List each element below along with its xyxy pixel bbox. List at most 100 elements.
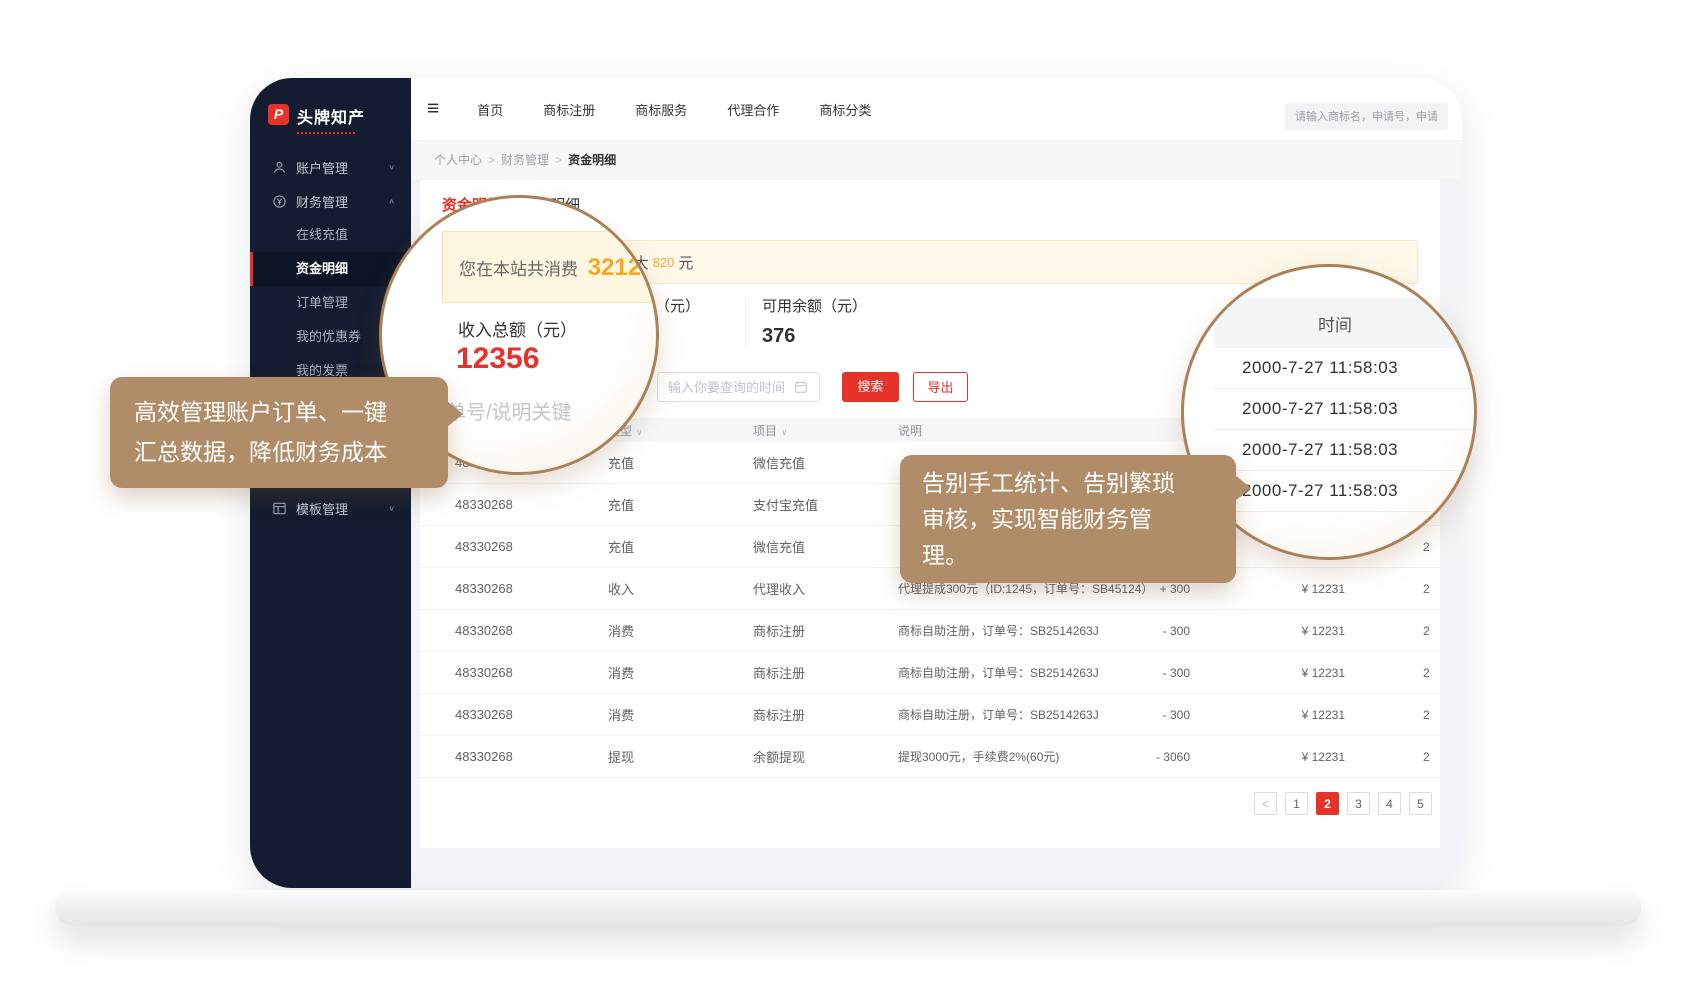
lens-stat-label: 收入总额（元）: [458, 316, 577, 341]
logo: P 头牌知产: [268, 104, 365, 134]
cell-project: 余额提现: [753, 747, 898, 766]
breadcrumb-item[interactable]: 财务管理: [501, 153, 549, 167]
cell-order: 48330268: [420, 539, 608, 554]
chevron-icon: ∨: [388, 163, 395, 172]
cell-time: 2: [1345, 624, 1440, 638]
sidebar-group-账户管理[interactable]: 账户管理 ∨: [250, 150, 411, 184]
stat-balance-label: 可用余额（元）: [762, 295, 867, 316]
finance-icon: [272, 194, 287, 209]
cell-project: 商标注册: [753, 621, 898, 640]
sidebar-group-label: 账户管理: [296, 158, 348, 177]
cell-amount: - 300: [1150, 708, 1190, 722]
cell-amount: - 300: [1150, 666, 1190, 680]
lens-time-header-label: 时间: [1318, 311, 1352, 336]
lens-banner-amount: 32124: [588, 254, 655, 281]
banner-suffix: 元: [678, 252, 693, 273]
nav-item-商标服务[interactable]: 商标服务: [629, 96, 693, 123]
table-row: 48330268消费商标注册商标自助注册，订单号：SB2514263J- 300…: [420, 694, 1440, 736]
top-nav: 首页 商标注册 商标服务 代理合作 商标分类: [471, 96, 877, 123]
breadcrumb: 个人中心>财务管理>资金明细: [411, 141, 1462, 179]
table-row: 48330268消费商标注册商标自助注册，订单号：SB2514263J- 300…: [420, 610, 1440, 652]
sidebar-group-label: 模板管理: [296, 499, 348, 518]
topbar: ≡ 首页 商标注册 商标服务 代理合作 商标分类: [411, 78, 1462, 141]
sort-chevron-icon[interactable]: ∨: [781, 427, 788, 437]
cell-type: 充值: [608, 537, 753, 556]
cell-project: 微信充值: [753, 537, 898, 556]
lens-banner: 您在本站共消费 32124 大: [442, 231, 659, 303]
nav-item-代理合作[interactable]: 代理合作: [721, 96, 785, 123]
callout-left-line1: 高效管理账户订单、一键: [134, 392, 424, 432]
user-icon: [272, 160, 287, 175]
lens-time-header: 时间: [1214, 298, 1477, 348]
callout-right: 告别手工统计、告别繁琐 审核，实现智能财务管 理。: [900, 455, 1236, 583]
cell-time: 2: [1345, 750, 1440, 764]
cell-type: 提现: [608, 747, 753, 766]
search-input[interactable]: [1285, 103, 1448, 130]
template-icon: [272, 501, 287, 516]
header-cell[interactable]: 类型∨: [608, 422, 753, 439]
cell-order: 48330268: [420, 497, 608, 512]
lens-time-row: 2000-7-27 11:58:03: [1214, 471, 1477, 512]
cell-order: 48330268: [420, 665, 608, 680]
cell-desc: 商标自助注册，订单号：SB2514263J: [898, 706, 1150, 723]
table-row: 48330268提现余额提现提现3000元，手续费2%(60元)- 3060¥ …: [420, 736, 1440, 778]
search-button[interactable]: 搜索: [842, 372, 899, 402]
cell-time: 2: [1345, 708, 1440, 722]
sidebar-group-财务管理[interactable]: 财务管理∧: [250, 184, 411, 218]
lens-banner-text: 您在本站共消费: [459, 260, 578, 279]
cell-project: 支付宝充值: [753, 495, 898, 514]
logo-dots: [297, 132, 355, 134]
chevron-icon: ∨: [388, 504, 395, 513]
sidebar-item-资金明细[interactable]: 资金明细: [250, 252, 411, 286]
cell-balance: ¥ 12231: [1190, 582, 1345, 596]
pagination-page-2[interactable]: 2: [1316, 792, 1339, 815]
cell-time: 2: [1345, 582, 1440, 596]
nav-item-首页[interactable]: 首页: [471, 96, 509, 123]
pagination-page-5[interactable]: 5: [1409, 792, 1432, 815]
cell-desc: 商标自助注册，订单号：SB2514263J: [898, 622, 1150, 639]
cell-type: 消费: [608, 621, 753, 640]
cell-amount: - 3060: [1150, 750, 1190, 764]
cell-project: 商标注册: [753, 705, 898, 724]
breadcrumb-item: 资金明细: [568, 153, 616, 167]
cell-time: 2: [1345, 666, 1440, 680]
cell-project: 商标注册: [753, 663, 898, 682]
pagination-page-4[interactable]: 4: [1378, 792, 1401, 815]
nav-item-商标分类[interactable]: 商标分类: [813, 96, 877, 123]
logo-icon: P: [268, 104, 289, 125]
cell-type: 消费: [608, 663, 753, 682]
cell-order: 48330268: [420, 581, 608, 596]
breadcrumb-item[interactable]: 个人中心: [434, 153, 482, 167]
cell-project: 微信充值: [753, 453, 898, 472]
lens-stat-value: 12356: [456, 342, 539, 376]
time-input[interactable]: [657, 372, 820, 402]
sort-chevron-icon[interactable]: ∨: [636, 427, 643, 437]
page: P 头牌知产 账户管理∨财务管理∧在线充值资金明细订单管理我的优惠券我的发票模板…: [0, 0, 1696, 1002]
cell-balance: ¥ 12231: [1190, 666, 1345, 680]
cell-desc: 商标自助注册，订单号：SB2514263J: [898, 664, 1150, 681]
sidebar-group-模板管理[interactable]: 模板管理 ∨: [250, 491, 411, 525]
cell-desc: 提现3000元，手续费2%(60元): [898, 748, 1150, 765]
callout-right-line1: 告别手工统计、告别繁琐: [922, 465, 1214, 501]
cell-balance: ¥ 12231: [1190, 708, 1345, 722]
hamburger-icon[interactable]: ≡: [427, 97, 439, 121]
nav-item-商标注册[interactable]: 商标注册: [537, 96, 601, 123]
header-cell[interactable]: 项目∨: [753, 422, 898, 439]
sidebar-group-label: 财务管理: [296, 192, 348, 211]
stat-balance-value: 376: [762, 325, 867, 348]
cell-type: 充值: [608, 495, 753, 514]
cell-order: 48330268: [420, 707, 608, 722]
pagination-prev-button[interactable]: <: [1254, 792, 1277, 815]
export-button[interactable]: 导出: [913, 372, 968, 402]
callout-arrow: [447, 401, 463, 427]
pagination-page-3[interactable]: 3: [1347, 792, 1370, 815]
cell-project: 代理收入: [753, 579, 898, 598]
pagination-page-1[interactable]: 1: [1285, 792, 1308, 815]
callout-arrow: [1235, 475, 1251, 501]
cell-order: 48330268: [420, 623, 608, 638]
pagination: <12345: [1254, 792, 1432, 815]
lens-time-row: 2000-7-27 11:58:03: [1214, 389, 1477, 430]
callout-right-line2: 审核，实现智能财务管: [922, 501, 1214, 537]
sidebar-item-在线充值[interactable]: 在线充值: [250, 218, 411, 252]
callout-left-line2: 汇总数据，降低财务成本: [134, 432, 424, 472]
